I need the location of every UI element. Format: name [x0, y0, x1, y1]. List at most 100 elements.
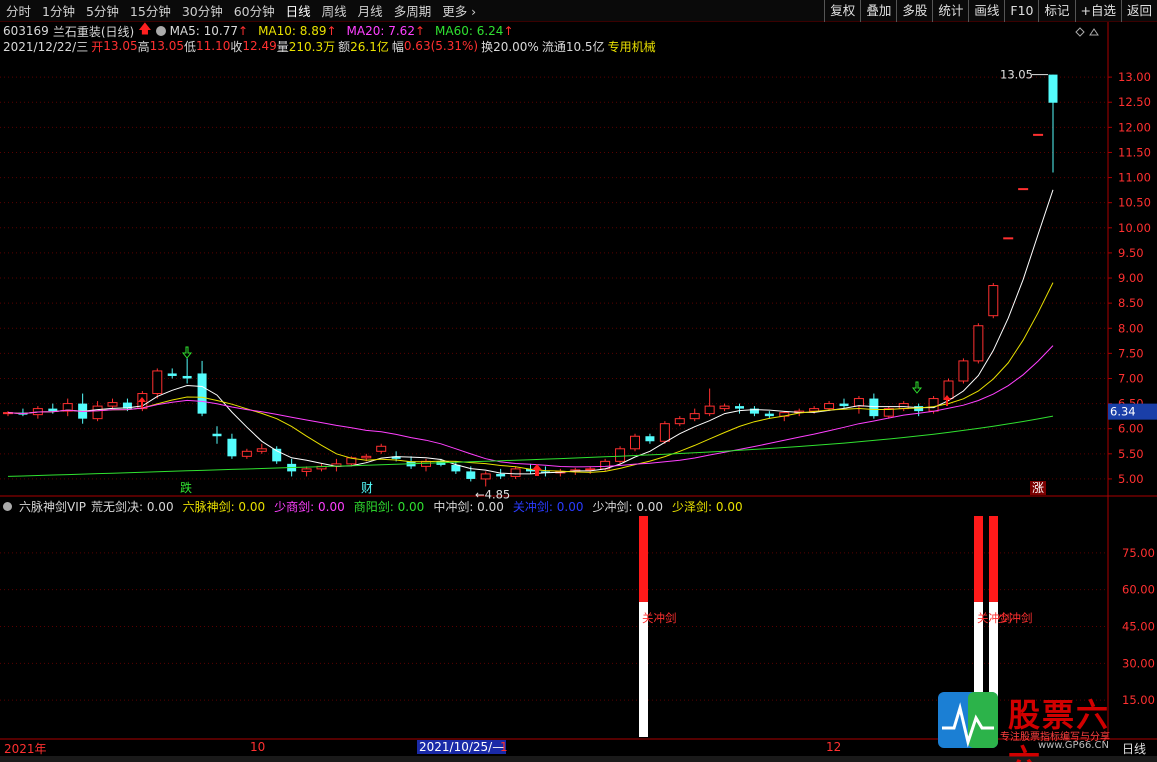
signal-label-3: 少冲剑 — [998, 611, 1033, 625]
price-axis-label: 7.00 — [1118, 371, 1144, 385]
price-axis-label: 10.00 — [1118, 221, 1151, 235]
candle-body — [928, 398, 939, 412]
indicator-axis-label: 30.00 — [1122, 656, 1155, 670]
candle-body — [645, 436, 655, 442]
candle-body — [689, 413, 700, 420]
price-axis-label: 13.00 — [1118, 70, 1151, 84]
candle-body — [764, 413, 774, 417]
signal-label-1: 关冲剑 — [642, 611, 677, 625]
indicator-name: 六脉神剑VIP — [19, 499, 86, 514]
candle-body — [958, 360, 969, 382]
candle-body — [1033, 133, 1044, 136]
candle-body — [227, 438, 237, 457]
price-axis-label: 5.00 — [1118, 472, 1144, 486]
price-axis-label: 8.50 — [1118, 296, 1144, 310]
price-axis-label: 11.00 — [1118, 171, 1151, 185]
indicator-item-3: 商阳剑: 0.00 — [353, 499, 425, 514]
candle-body — [839, 403, 849, 407]
candle-body — [480, 473, 491, 480]
indicator-item-6: 少冲剑: 0.00 — [592, 499, 664, 514]
candle-body — [92, 405, 103, 420]
candle-body — [1048, 74, 1058, 103]
candle-body — [212, 433, 222, 437]
sell-arrow-icon — [911, 381, 923, 394]
candle-body — [914, 406, 924, 412]
sell-arrow-icon — [181, 346, 193, 359]
price-axis-label: 10.50 — [1118, 196, 1151, 210]
candle-body — [719, 405, 730, 410]
candle-body — [585, 468, 596, 471]
candle-body — [152, 370, 163, 395]
ma5-line — [7, 189, 1054, 475]
current-price-tag: 6.34 — [1110, 405, 1136, 419]
candle-body — [1018, 188, 1029, 191]
indicator-item-7: 少泽剑: 0.00 — [672, 499, 743, 514]
price-axis-label: 9.00 — [1118, 271, 1144, 285]
indicator-items: 荒无剑决: 0.00 六脉神剑: 0.00 少商剑: 0.00 商阳剑: 0.00 中冲… — [91, 498, 743, 515]
price-axis-label: 9.50 — [1118, 246, 1144, 260]
candle-body — [301, 468, 312, 472]
candle-body — [988, 285, 999, 317]
candle-body — [630, 435, 640, 450]
candle-body — [1003, 237, 1014, 240]
diamond-icon — [1075, 27, 1085, 37]
candle-body — [674, 418, 685, 425]
price-axis-label: 7.50 — [1118, 346, 1144, 360]
kline-chart[interactable]: 13.00 12.50 12.00 11.50 11.00 10.50 10.00 9.50 9… — [0, 0, 1157, 762]
high-annotation: 13.05 — [1000, 68, 1033, 82]
candle-body — [466, 471, 476, 479]
candle-body — [943, 380, 954, 400]
candle-body — [361, 455, 372, 459]
price-axis-label: 12.50 — [1118, 95, 1151, 109]
indicator-axis-label: 75.00 — [1122, 546, 1155, 560]
indicator-item-5: 关冲剑: 0.00 — [512, 499, 584, 514]
price-axis-label: 5.50 — [1118, 447, 1144, 461]
date-dec: 12 — [826, 740, 842, 754]
candle-body — [824, 403, 835, 410]
cai-tag: 财 — [361, 481, 373, 495]
price-axis-label: 8.00 — [1118, 321, 1144, 335]
indicator-item-4: 中冲剑: 0.00 — [433, 499, 504, 514]
bottom-strip — [0, 756, 1157, 762]
candle-body — [167, 373, 177, 376]
buy-arrow-icon — [532, 464, 542, 476]
date-oct: 10 — [250, 740, 266, 754]
zhang-tag: 涨 — [1032, 480, 1044, 495]
candle-body — [735, 406, 744, 409]
indicator-axis-label: 60.00 — [1122, 583, 1155, 597]
candle-body — [256, 448, 267, 452]
logo-name: 股票六六 — [1008, 696, 1111, 762]
signal-bar-3-red — [989, 516, 998, 602]
price-axis-label: 12.00 — [1118, 120, 1151, 134]
indicator-axis-label: 45.00 — [1122, 620, 1155, 634]
signal-bar-1-red — [639, 516, 648, 602]
candle-body — [197, 373, 207, 414]
candle-body — [182, 375, 192, 379]
candle-body — [107, 402, 118, 407]
indicator-item-0: 荒无剑决: 0.00 — [91, 499, 174, 514]
candle-body — [496, 473, 506, 477]
candle-body — [853, 398, 864, 407]
candle-body — [48, 408, 58, 412]
price-axis-label: 11.50 — [1118, 145, 1151, 159]
logo-url: www.GP66.CN — [1038, 740, 1109, 751]
cursor-date: 2021/10/25/— — [417, 740, 507, 754]
signal-bar-2-red — [974, 516, 983, 602]
site-logo: 股票六六 专注股票指标编写与分享 www.GP66.CN — [938, 690, 1138, 762]
ma10-line — [7, 282, 1054, 473]
date-nov: 1 — [500, 740, 508, 754]
date-2021: 2021年 — [4, 742, 47, 756]
candle-body — [869, 398, 879, 417]
candle-body — [615, 448, 626, 462]
candle-body — [704, 405, 715, 415]
indicator-item-2: 少商剑: 0.00 — [274, 499, 345, 514]
candle-body — [510, 468, 521, 477]
candle-body — [659, 423, 670, 442]
candle-body — [376, 445, 387, 452]
indicator-bar: 六脉神剑VIP 荒无剑决: 0.00 六脉神剑: 0.00 少商剑: 0.00 商阳剑… — [3, 498, 743, 514]
candle-body — [241, 450, 252, 457]
price-axis-label: 6.00 — [1118, 422, 1144, 436]
candle-body — [973, 325, 984, 362]
indicator-circle-icon[interactable] — [3, 501, 12, 511]
die-tag: 跌 — [180, 480, 192, 495]
